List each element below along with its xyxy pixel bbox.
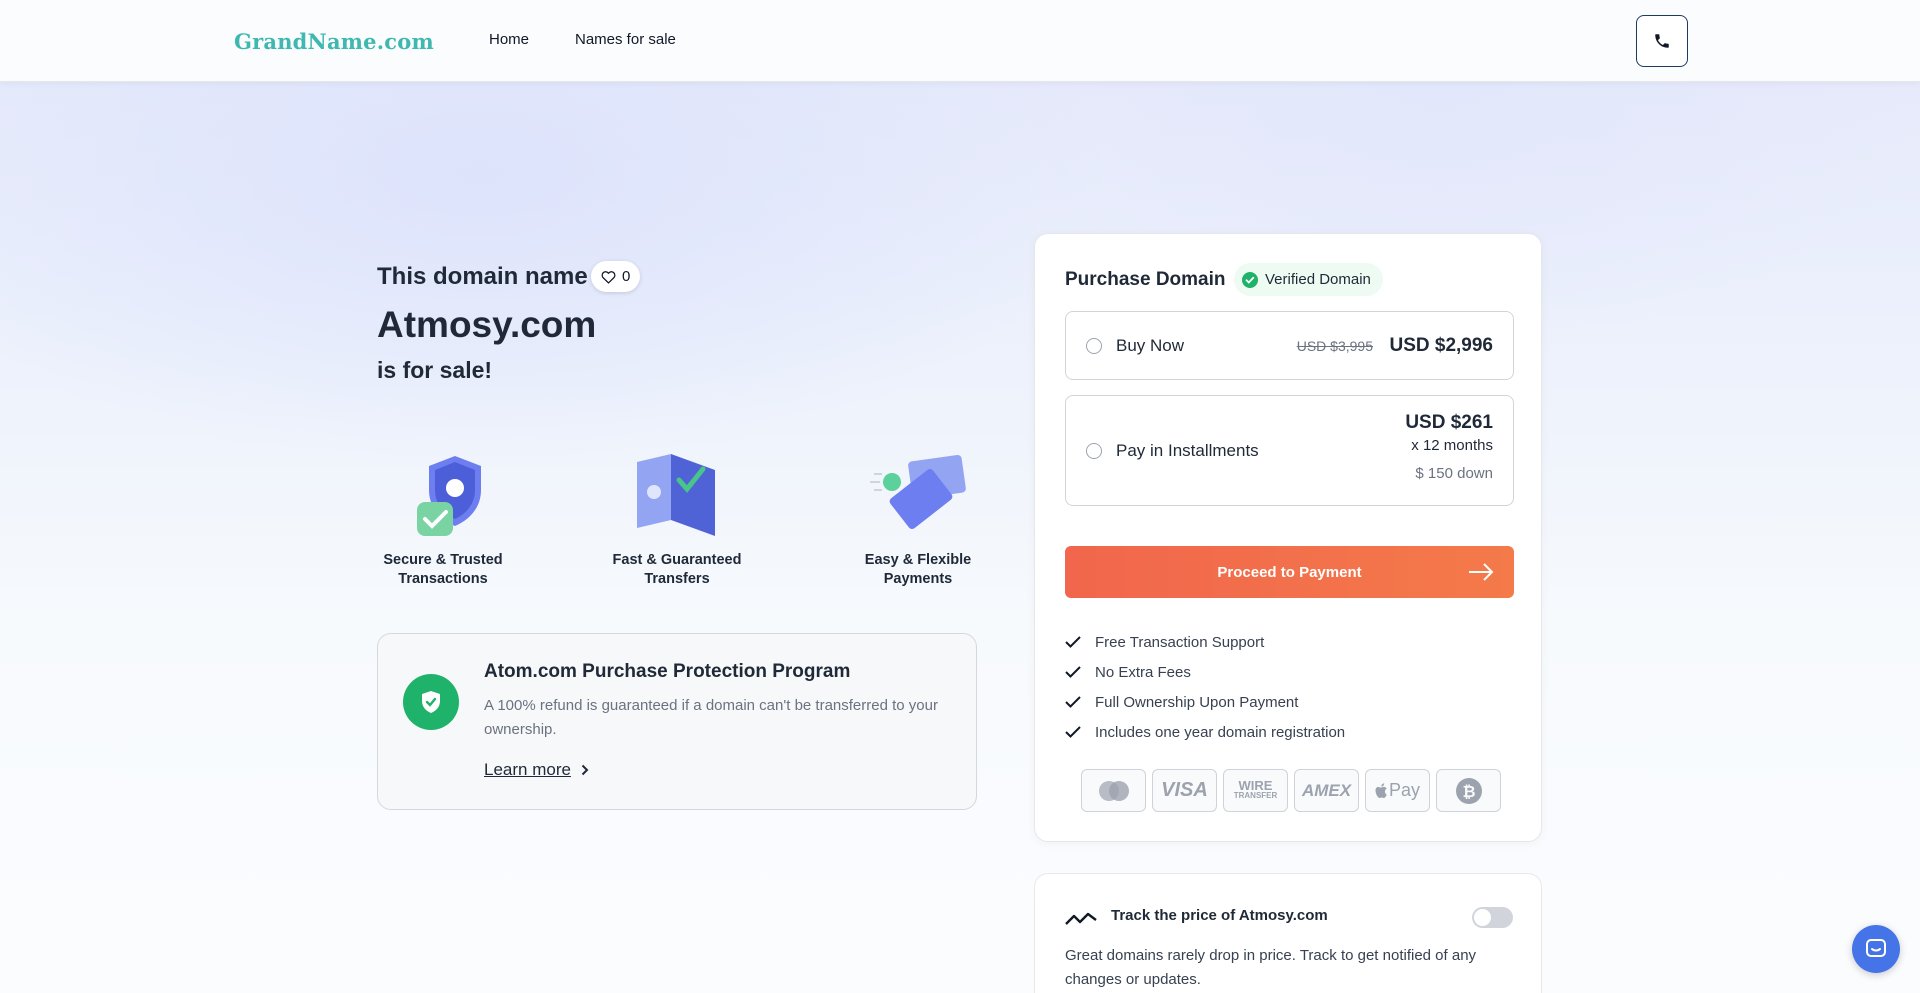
purchase-card: Purchase Domain Verified Domain Buy Now … [1034, 233, 1542, 842]
benefit-item: Full Ownership Upon Payment [1065, 687, 1345, 717]
nav-names-for-sale[interactable]: Names for sale [575, 31, 676, 48]
secure-shield-icon [417, 456, 481, 536]
site-header: GrandName.com Home Names for sale [0, 0, 1920, 82]
feature-payments-caption: Easy & Flexible Payments [864, 552, 972, 587]
check-icon [1065, 696, 1081, 708]
check-icon [1065, 726, 1081, 738]
benefit-label: Includes one year domain registration [1095, 723, 1346, 741]
feature-secure-caption: Secure & Trusted Transactions [383, 552, 503, 587]
track-title: Track the price of Atmosy.com [1111, 907, 1328, 924]
protection-title: Atom.com Purchase Protection Program [484, 661, 851, 682]
old-price: USD $3,995 [1296, 338, 1373, 354]
feature-fast: Fast & Guaranteed Transfers [592, 450, 762, 589]
purchase-title: Purchase Domain [1065, 269, 1226, 290]
apple-logo-icon [1375, 782, 1387, 798]
visa-icon: VISA [1152, 769, 1217, 812]
learn-more-label: Learn more [484, 760, 571, 779]
feature-secure: Secure & Trusted Transactions [358, 450, 528, 589]
option-buy-now[interactable]: Buy Now USD $3,995 USD $2,996 [1065, 311, 1514, 380]
amex-icon: AMEX [1294, 769, 1359, 812]
heart-icon [601, 270, 616, 284]
learn-more-link[interactable]: Learn more [484, 760, 589, 780]
benefit-label: No Extra Fees [1095, 663, 1191, 681]
feature-payments: Easy & Flexible Payments [833, 450, 1003, 589]
buy-now-price: USD $2,996 [1389, 335, 1493, 356]
benefit-label: Full Ownership Upon Payment [1095, 693, 1299, 711]
check-icon [1065, 636, 1081, 648]
payment-methods: VISA WIRE TRANSFER AMEX Pay ₿ [1081, 769, 1501, 812]
hero-lead: This domain name [377, 263, 588, 290]
verified-label: Verified Domain [1265, 271, 1371, 288]
toggle-knob [1474, 909, 1491, 926]
proceed-to-payment-button[interactable]: Proceed to Payment [1065, 546, 1514, 598]
apple-pay-icon: Pay [1365, 769, 1430, 812]
site-logo[interactable]: GrandName.com [234, 29, 434, 54]
benefit-item: Includes one year domain registration [1065, 717, 1345, 747]
bitcoin-icon: ₿ [1436, 769, 1501, 812]
payment-cards-icon [870, 454, 966, 529]
wire-transfer-icon: WIRE TRANSFER [1223, 769, 1288, 812]
transfer-label: TRANSFER [1233, 790, 1278, 800]
buy-now-label: Buy Now [1116, 336, 1185, 355]
option-installments[interactable]: Pay in Installments USD $261 x 12 months… [1065, 395, 1514, 506]
verified-check-icon [1242, 271, 1258, 288]
verified-badge: Verified Domain [1234, 263, 1383, 296]
proceed-label: Proceed to Payment [1217, 563, 1362, 581]
nav-home[interactable]: Home [489, 31, 529, 48]
price-tracker-card: Track the price of Atmosy.com Great doma… [1034, 873, 1542, 993]
chat-launcher-button[interactable] [1852, 925, 1900, 973]
arrow-right-icon [1469, 563, 1494, 581]
svg-text:₿: ₿ [1462, 782, 1475, 801]
mastercard-icon [1081, 769, 1146, 812]
domain-name: Atmosy.com [377, 304, 597, 345]
visa-label: VISA [1161, 779, 1208, 801]
track-price-toggle[interactable] [1472, 907, 1513, 928]
wire-label: WIRE [1238, 777, 1273, 793]
installment-months: x 12 months [1411, 437, 1493, 454]
track-description: Great domains rarely drop in price. Trac… [1065, 947, 1477, 988]
benefit-item: No Extra Fees [1065, 657, 1345, 687]
favorite-count: 0 [622, 268, 631, 285]
protection-shield-badge [403, 674, 459, 730]
amex-label: AMEX [1301, 780, 1352, 800]
phone-icon [1655, 34, 1669, 48]
phone-button[interactable] [1636, 15, 1688, 67]
shield-check-icon [422, 691, 440, 713]
benefit-item: Free Transaction Support [1065, 627, 1345, 657]
hero-tagline: is for sale! [377, 357, 493, 383]
benefit-label: Free Transaction Support [1095, 633, 1265, 651]
feature-fast-caption: Fast & Guaranteed Transfers [612, 552, 742, 587]
protection-description: A 100% refund is guaranteed if a domain … [484, 697, 938, 738]
chat-icon [1866, 939, 1886, 957]
installments-label: Pay in Installments [1116, 441, 1259, 460]
protection-program-card: Atom.com Purchase Protection Program A 1… [377, 633, 977, 810]
installments-radio[interactable] [1086, 443, 1102, 459]
installment-down-payment: $ 150 down [1415, 465, 1493, 482]
chevron-right-icon [581, 764, 589, 776]
favorite-button[interactable]: 0 [591, 261, 641, 292]
fast-transfer-icon [637, 454, 715, 536]
applepay-label: Pay [1388, 780, 1421, 800]
installment-price: USD $261 [1405, 412, 1493, 433]
check-icon [1065, 666, 1081, 678]
benefits-list: Free Transaction Support No Extra Fees F… [1065, 627, 1345, 747]
buy-now-radio[interactable] [1086, 338, 1102, 354]
trend-line-icon [1065, 912, 1097, 925]
